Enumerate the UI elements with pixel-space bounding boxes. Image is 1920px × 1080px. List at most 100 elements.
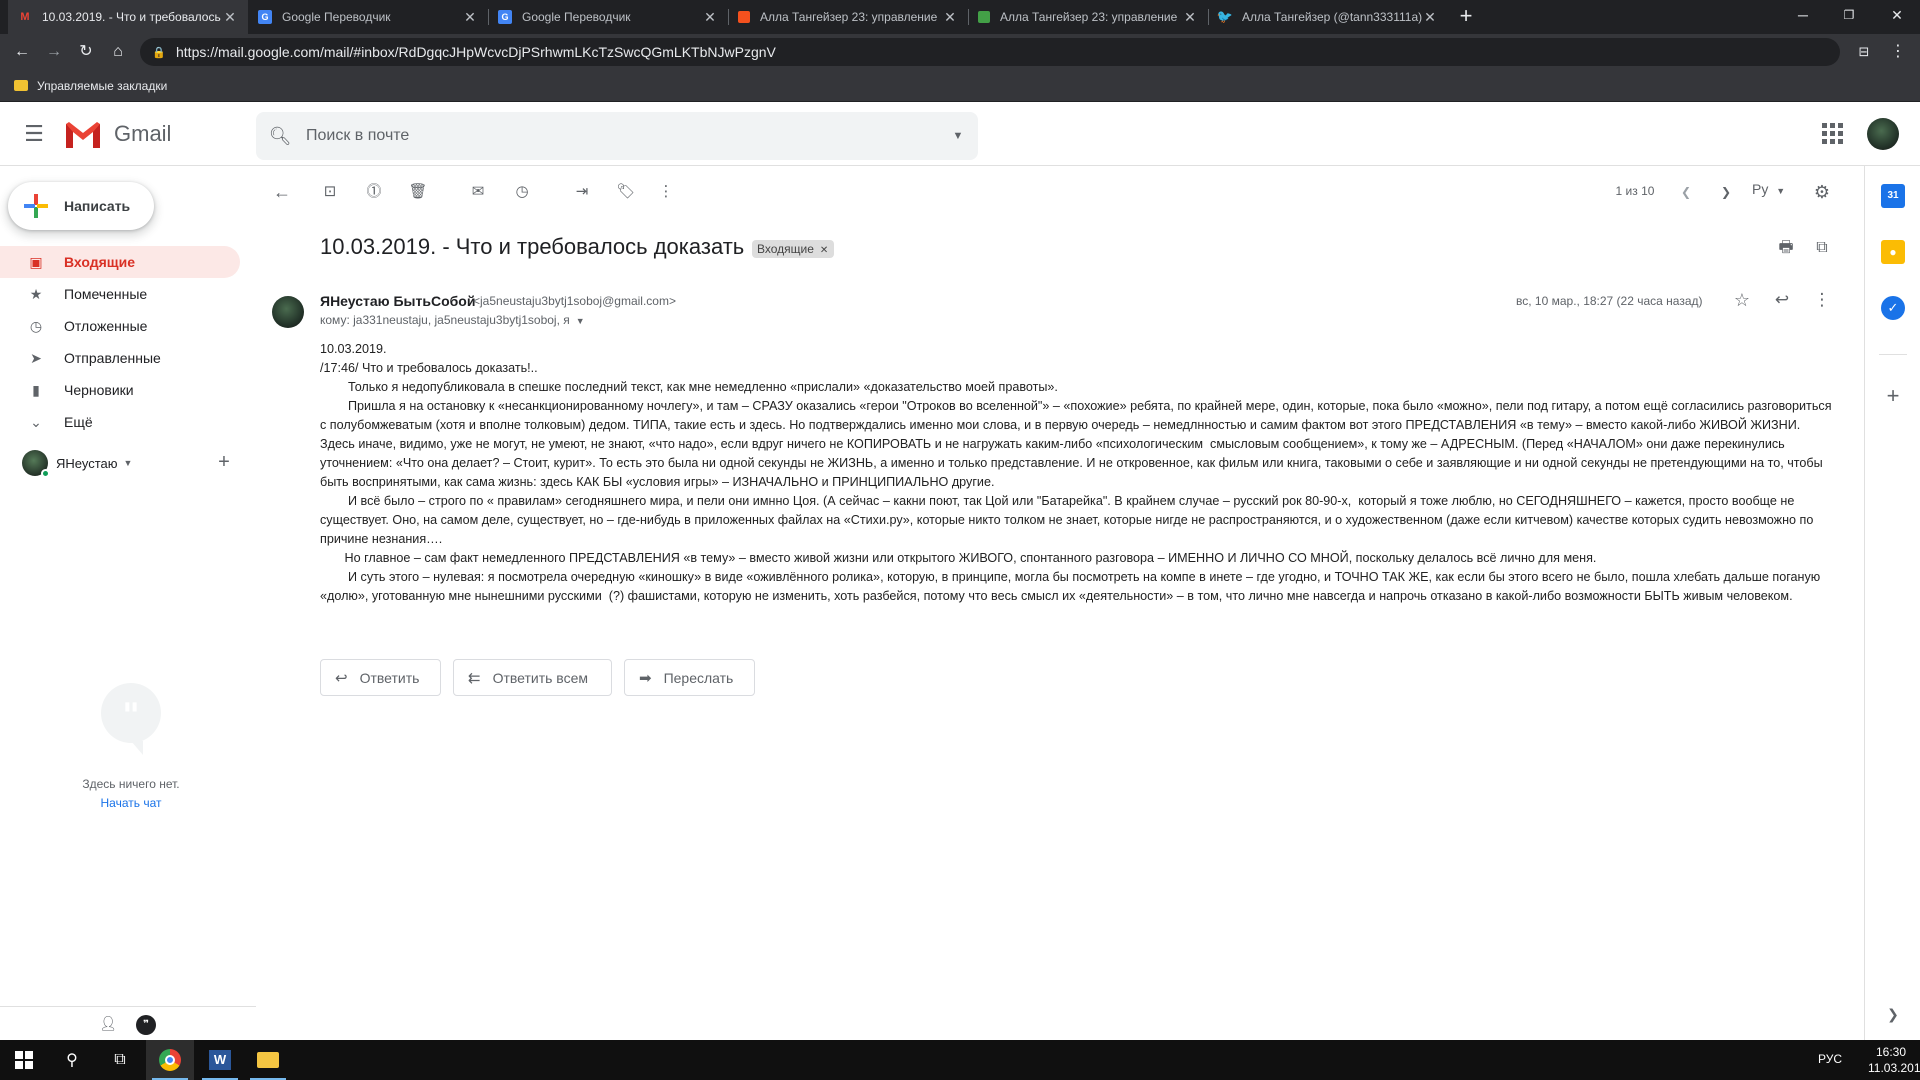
- search-icon[interactable]: 🔍︎: [256, 126, 304, 147]
- tab-close-icon[interactable]: ✕: [222, 9, 238, 26]
- google-translate-icon: G: [498, 10, 512, 24]
- sidebar-item-label: Помеченные: [64, 286, 148, 302]
- forward-button[interactable]: ➡ Переслать: [624, 659, 755, 696]
- input-language-select[interactable]: Ру ▼: [1752, 181, 1792, 197]
- sidebar-item-sent[interactable]: ➤ Отправленные: [0, 342, 240, 374]
- sidebar-item-inbox[interactable]: ▣ Входящие: [0, 246, 240, 278]
- message-more-icon[interactable]: ⋮: [1810, 288, 1834, 312]
- star-icon[interactable]: ☆: [1730, 288, 1754, 312]
- print-icon[interactable]: 🖶: [1774, 236, 1798, 260]
- settings-gear-icon[interactable]: ⚙: [1810, 180, 1834, 204]
- tab-close-icon[interactable]: ✕: [1422, 9, 1438, 26]
- tab-close-icon[interactable]: ✕: [702, 9, 718, 26]
- extension-icon[interactable]: ⊟: [1852, 40, 1876, 64]
- delete-icon[interactable]: 🗑︎: [406, 180, 430, 204]
- new-tab-button[interactable]: +: [1453, 4, 1479, 30]
- hangouts-user-name: ЯНеустаю: [56, 455, 118, 471]
- show-details-caret-icon[interactable]: ▼: [576, 316, 585, 326]
- clock-time: 16:30: [1875, 1045, 1907, 1059]
- search-bar[interactable]: 🔍︎ Поиск в почте ▼: [256, 112, 978, 160]
- mark-unread-icon[interactable]: ✉: [466, 180, 490, 204]
- remove-label-icon[interactable]: ✕: [820, 245, 828, 256]
- sender-avatar[interactable]: [272, 296, 304, 328]
- label-chip[interactable]: Входящие ✕: [752, 240, 835, 258]
- keep-icon[interactable]: ●: [1881, 240, 1905, 264]
- archive-icon[interactable]: ⊡: [318, 180, 342, 204]
- more-options-icon[interactable]: ⋮: [654, 180, 678, 204]
- tasks-icon[interactable]: ✓: [1881, 296, 1905, 320]
- sidebar-item-snoozed[interactable]: ◷ Отложенные: [0, 310, 240, 342]
- main-menu-icon[interactable]: ☰: [20, 120, 48, 148]
- body-paragraph: 10.03.2019.: [320, 342, 387, 356]
- tab-close-icon[interactable]: ✕: [942, 9, 958, 26]
- word-icon[interactable]: W: [196, 1040, 244, 1080]
- input-language-value: Ру: [1752, 181, 1769, 197]
- reply-button[interactable]: ↩ Ответить: [320, 659, 441, 696]
- back-to-inbox-icon[interactable]: ←: [270, 180, 294, 204]
- system-clock[interactable]: 16:30 11.03.2019: [1868, 1044, 1920, 1076]
- caret-down-icon: ▼: [123, 458, 133, 468]
- snooze-icon[interactable]: ◷: [510, 180, 534, 204]
- side-panel-divider: [1879, 354, 1907, 355]
- sidebar-item-drafts[interactable]: ▮ Черновики: [0, 374, 240, 406]
- tab-close-icon[interactable]: ✕: [462, 9, 478, 26]
- hangouts-user[interactable]: ЯНеустаю ▼: [22, 449, 238, 478]
- task-view-icon[interactable]: ⧉: [96, 1040, 144, 1080]
- calendar-icon[interactable]: 31: [1881, 184, 1905, 208]
- blogger-icon: [978, 11, 990, 23]
- recipients: кому: ja331neustaju, ja5neustaju3bytj1so…: [320, 313, 585, 327]
- back-arrow-icon[interactable]: ←: [10, 40, 34, 64]
- file-explorer-icon[interactable]: [244, 1040, 292, 1080]
- reply-icon[interactable]: ↩: [1770, 288, 1794, 312]
- get-addons-icon[interactable]: +: [1881, 384, 1905, 408]
- body-paragraph: /17:46/ Что и требовалось доказать!..: [320, 361, 538, 375]
- avatar: [22, 450, 50, 478]
- search-options-icon[interactable]: ▼: [938, 130, 978, 142]
- label-icon[interactable]: 🏷︎: [614, 180, 638, 204]
- bookmarks-folder[interactable]: Управляемые закладки: [37, 79, 167, 93]
- google-apps-icon[interactable]: [1821, 122, 1845, 146]
- search-input[interactable]: Поиск в почте: [306, 127, 938, 145]
- minimize-window-button[interactable]: ─: [1780, 0, 1826, 34]
- chrome-icon[interactable]: [146, 1040, 194, 1080]
- compose-button[interactable]: Написать: [8, 182, 154, 230]
- person-icon[interactable]: 👤︎: [98, 1015, 118, 1035]
- browser-menu-icon[interactable]: ⋮: [1886, 40, 1910, 64]
- browser-tab[interactable]: Алла Тангейзер 23: управление ✕: [968, 0, 1208, 34]
- clock-icon: ◷: [29, 317, 43, 334]
- move-to-icon[interactable]: ⇥: [570, 180, 594, 204]
- forward-arrow-icon[interactable]: →: [42, 40, 66, 64]
- add-contact-icon[interactable]: +: [214, 452, 234, 472]
- browser-tab[interactable]: 🐦 Алла Тангейзер (@tann333111a) ✕: [1208, 0, 1448, 34]
- reply-all-button[interactable]: ⇇ Ответить всем: [453, 659, 612, 696]
- older-chevron-icon[interactable]: ❯: [1714, 180, 1738, 204]
- address-bar[interactable]: 🔒 https://mail.google.com/mail/#inbox/Rd…: [140, 38, 1840, 66]
- sidebar-item-label: Черновики: [64, 382, 134, 398]
- message-date: вс, 10 мар., 18:27 (22 часа назад): [1516, 294, 1703, 308]
- report-spam-icon[interactable]: ⓵: [362, 180, 386, 204]
- restore-window-button[interactable]: ❐: [1826, 0, 1872, 34]
- sidebar-item-label: Ещё: [64, 414, 93, 430]
- browser-tab[interactable]: M 10.03.2019. - Что и требовалось доказа…: [8, 0, 248, 34]
- sender-name[interactable]: ЯНеустаю БытьСобой: [320, 293, 475, 309]
- open-new-window-icon[interactable]: ⧉: [1810, 236, 1834, 260]
- reload-icon[interactable]: ↻: [74, 40, 98, 64]
- sidebar-item-more[interactable]: ⌄ Ещё: [0, 406, 240, 438]
- start-chat-link[interactable]: Начать чат: [30, 796, 232, 810]
- home-icon[interactable]: ⌂: [106, 40, 130, 64]
- browser-tab[interactable]: G Google Переводчик ✕: [488, 0, 728, 34]
- expand-panel-chevron-icon[interactable]: ❯: [1881, 1002, 1905, 1026]
- account-avatar[interactable]: [1867, 118, 1899, 150]
- browser-tab[interactable]: G Google Переводчик ✕: [248, 0, 488, 34]
- send-icon: ➤: [30, 349, 42, 366]
- sidebar-item-starred[interactable]: ★ Помеченные: [0, 278, 240, 310]
- windows-start-icon[interactable]: [0, 1040, 48, 1080]
- browser-tab[interactable]: Алла Тангейзер 23: управление ✕: [728, 0, 968, 34]
- search-icon[interactable]: ⚲: [48, 1040, 96, 1080]
- close-window-button[interactable]: ✕: [1874, 0, 1920, 34]
- tab-close-icon[interactable]: ✕: [1182, 9, 1198, 26]
- keyboard-language[interactable]: РУС: [1818, 1052, 1842, 1066]
- newer-chevron-icon[interactable]: ❮: [1674, 180, 1698, 204]
- hangouts-icon[interactable]: ❞: [136, 1015, 156, 1035]
- gmail-logo[interactable]: Gmail: [64, 120, 171, 148]
